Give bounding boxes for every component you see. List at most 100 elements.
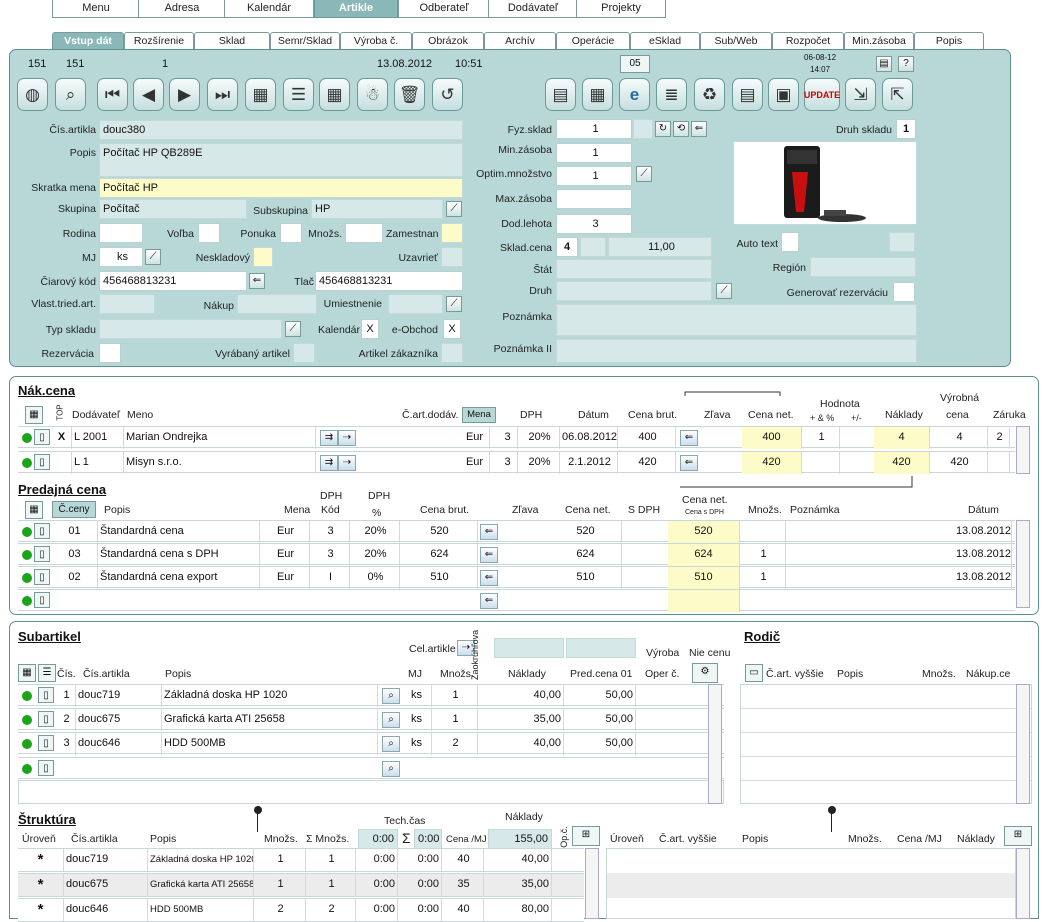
- str-scrollbar[interactable]: [585, 848, 599, 919]
- sub-scrollbar[interactable]: [708, 684, 722, 804]
- mnozs-field[interactable]: [345, 223, 383, 243]
- skratka-field[interactable]: Počítač HP: [99, 178, 463, 198]
- ponuka-field[interactable]: [280, 223, 302, 243]
- sub-list-icon[interactable]: ☰: [38, 664, 56, 682]
- subskupina-picker-icon[interactable]: ⟋: [446, 201, 462, 217]
- druh-skladu-field[interactable]: 1: [896, 119, 916, 139]
- artikel-zak-field[interactable]: [441, 343, 463, 363]
- import-icon[interactable]: ⇲: [845, 78, 876, 111]
- grid-icon[interactable]: ▦: [582, 78, 613, 111]
- rodina-field[interactable]: [99, 223, 143, 243]
- table-row[interactable]: ▯ X L 2001 Marian Ondrejka ⇉ ⇢ Eur 3 20%…: [18, 426, 1015, 449]
- skupina-field[interactable]: Počítač: [99, 199, 247, 219]
- search-icon[interactable]: ⌕: [55, 78, 86, 111]
- tab-odberatel[interactable]: Odberateľ: [398, 0, 490, 18]
- trash-icon[interactable]: ▯: [34, 569, 50, 585]
- search-icon[interactable]: ⌕: [382, 736, 400, 752]
- trash-icon[interactable]: ▯: [34, 523, 50, 539]
- eobchod-checkbox[interactable]: X: [443, 319, 461, 339]
- table-row[interactable]: * douc646 HDD 500MB 2 2 0:00 0:00 40 80,…: [18, 898, 584, 922]
- table-row[interactable]: ▯ L 1 Misyn s.r.o. ⇉ ⇢ Eur 3 20% 2.1.201…: [18, 451, 1015, 474]
- subskupina-field[interactable]: HP: [311, 199, 443, 219]
- recycle-icon[interactable]: ♻: [694, 78, 725, 111]
- users-icon[interactable]: ☃: [357, 78, 388, 111]
- trash-icon[interactable]: ▯: [34, 592, 50, 608]
- typ-skladu-field[interactable]: [99, 319, 282, 339]
- max-zasoba-field[interactable]: [556, 189, 632, 209]
- table-row[interactable]: ▯ ⇐: [18, 589, 1015, 612]
- subtab-rozsirenie[interactable]: Rozšírenie: [124, 32, 194, 49]
- tlac-field[interactable]: 456468813231: [315, 271, 463, 291]
- apply-icon[interactable]: ⇐: [480, 524, 498, 540]
- poznamka2-field[interactable]: [556, 339, 917, 363]
- tab-dodavatel[interactable]: Dodávateľ: [488, 0, 578, 18]
- str-right-scrollbar[interactable]: [1016, 848, 1030, 919]
- calculator-icon[interactable]: ⚙: [692, 663, 718, 683]
- nakup-field[interactable]: [237, 294, 317, 314]
- stat-field[interactable]: [556, 259, 712, 279]
- arrow-icon[interactable]: ⇢: [338, 430, 356, 446]
- poznamka-field[interactable]: [556, 304, 917, 336]
- fyz-sklad-field[interactable]: 1: [556, 119, 632, 139]
- print-icon[interactable]: ▣: [768, 78, 799, 111]
- popis-field[interactable]: Počítač HP QB289E: [99, 143, 463, 177]
- table-row[interactable]: ▯ 01 Štandardná cena Eur 3 20% 520 ⇐ 520…: [18, 520, 1015, 543]
- sklad-cena-field[interactable]: 11,00: [608, 237, 712, 257]
- typ-picker-icon[interactable]: ⟋: [285, 321, 301, 337]
- pred-add-icon[interactable]: ▦: [25, 501, 43, 519]
- last-record-icon[interactable]: ⏭: [207, 78, 238, 111]
- rezervacia-field[interactable]: [99, 343, 121, 363]
- apply-icon[interactable]: ⇐: [480, 547, 498, 563]
- web-icon[interactable]: ◍: [17, 78, 48, 111]
- subtab-rozpocet[interactable]: Rozpočet: [772, 32, 844, 49]
- c-ceny-button[interactable]: Č.ceny: [52, 501, 96, 518]
- rodic-list-icon[interactable]: ▭: [745, 664, 763, 682]
- volba-field[interactable]: [198, 223, 220, 243]
- vlast-field[interactable]: [99, 294, 155, 314]
- zamestnan-field[interactable]: [441, 223, 463, 243]
- cel-artikle-field2[interactable]: [566, 638, 636, 658]
- mena-button[interactable]: Mena: [462, 407, 496, 423]
- dod-lehota-field[interactable]: 3: [556, 214, 632, 234]
- trash-icon[interactable]: ▯: [38, 687, 54, 703]
- pred-scrollbar[interactable]: [1016, 520, 1030, 608]
- tab-artikle[interactable]: Artikle: [314, 0, 398, 18]
- sub-add-icon[interactable]: ▦: [18, 664, 36, 682]
- apply-icon[interactable]: ⇐: [680, 430, 698, 446]
- link-icon[interactable]: ⇉: [320, 455, 338, 471]
- subtab-esklad[interactable]: eSklad: [630, 32, 700, 49]
- mj-picker-icon[interactable]: ⟋: [145, 249, 161, 265]
- subtab-vstup-dat[interactable]: Vstup dát: [52, 32, 124, 49]
- note-icon[interactable]: ▤: [876, 56, 892, 72]
- table-row[interactable]: ▯ ⌕: [18, 757, 724, 779]
- list-icon[interactable]: ☰: [283, 78, 314, 111]
- vyrabany-field[interactable]: [293, 343, 315, 363]
- internet-icon[interactable]: e: [619, 78, 650, 111]
- copy-arrow-icon[interactable]: ⇐: [249, 273, 265, 289]
- table-row[interactable]: ▯ 03 Štandardná cena s DPH Eur 3 20% 624…: [18, 543, 1015, 566]
- subtab-sub-web[interactable]: Sub/Web: [700, 32, 772, 49]
- link-icon[interactable]: ⇉: [320, 430, 338, 446]
- neskladovy-field[interactable]: [253, 247, 273, 267]
- new-record-icon[interactable]: ▦: [245, 78, 276, 111]
- search-icon[interactable]: ⌕: [382, 712, 400, 728]
- auto-text-checkbox[interactable]: [781, 232, 799, 252]
- cis-artikla-field[interactable]: douc380: [99, 120, 463, 140]
- arrow-icon[interactable]: ⇢: [338, 455, 356, 471]
- tab-projekty[interactable]: Projekty: [576, 0, 666, 18]
- delete-icon[interactable]: 🗑: [394, 78, 425, 111]
- uzavriet-field[interactable]: [441, 247, 463, 267]
- mj-field[interactable]: ks: [99, 247, 143, 267]
- apply-icon[interactable]: ⇐: [480, 570, 498, 586]
- sync-icon[interactable]: ⟲: [673, 121, 689, 137]
- report-icon[interactable]: ▤: [732, 78, 763, 111]
- help-icon[interactable]: ?: [898, 56, 914, 72]
- subtab-operacie[interactable]: Operácie: [556, 32, 630, 49]
- apply-icon[interactable]: ⇐: [480, 593, 498, 609]
- sklad-cena-kod[interactable]: 4: [556, 237, 578, 257]
- subtab-sklad[interactable]: Sklad: [194, 32, 270, 49]
- tab-kalendar[interactable]: Kalendár: [224, 0, 314, 18]
- copy-record-icon[interactable]: ▦: [319, 78, 350, 111]
- first-record-icon[interactable]: ⏮: [97, 78, 128, 111]
- trash-icon[interactable]: ▯: [34, 454, 50, 470]
